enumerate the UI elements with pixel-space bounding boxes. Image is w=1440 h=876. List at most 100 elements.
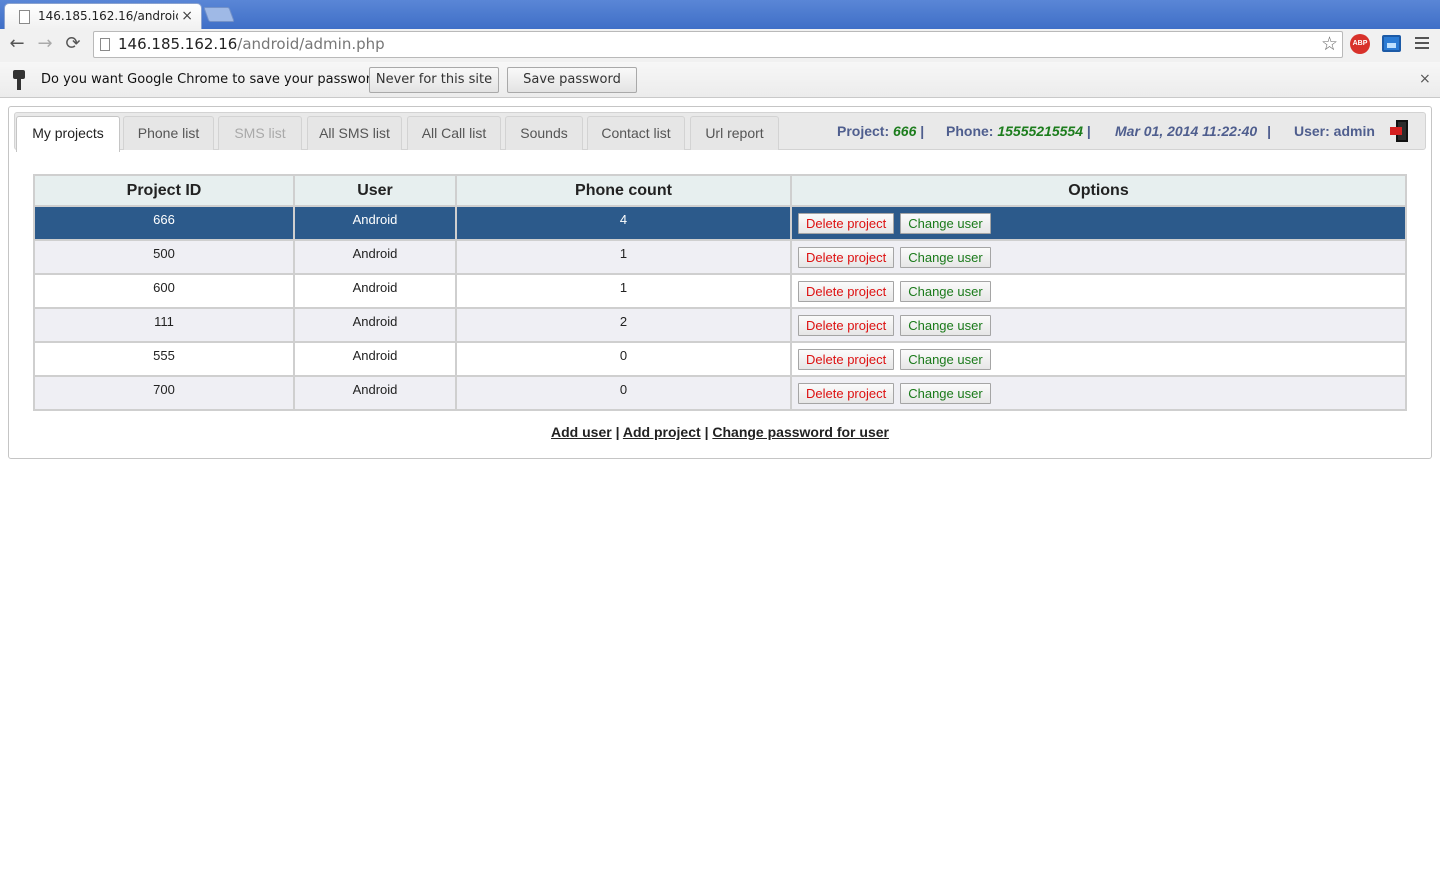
status-timestamp: Mar 01, 2014 11:22:40 | [1115,123,1271,139]
header-phone-count[interactable]: Phone count [455,174,792,207]
tab-url-report[interactable]: Url report [690,116,779,150]
cell-phone-count: 4 [455,205,792,241]
tab-sounds[interactable]: Sounds [505,116,583,150]
url-host: 146.185.162.16 [118,35,238,53]
logout-icon[interactable] [1390,120,1410,142]
cell-options: Delete project Change user [790,375,1407,411]
cell-phone-count: 0 [455,341,792,377]
link-separator: | [704,424,709,440]
url-path: /android/admin.php [237,35,385,53]
tab-my-projects[interactable]: My projects [16,116,120,152]
table-row[interactable]: 666 Android 4 Delete project Change user [33,205,1407,241]
header-project-id[interactable]: Project ID [33,174,295,207]
password-infobar: Do you want Google Chrome to save your p… [0,62,1440,98]
adblock-extension-icon[interactable]: ABP [1350,34,1370,54]
back-arrow-icon[interactable]: ← [5,32,29,56]
header-options: Options [790,174,1407,207]
change-password-link[interactable]: Change password for user [712,424,889,440]
page-icon [100,38,110,51]
status-project: Project: 666 | [837,123,924,139]
cell-user: Android [293,341,457,377]
cell-project-id: 666 [33,205,295,241]
reload-icon[interactable]: ⟳ [61,32,85,56]
header-user[interactable]: User [293,174,457,207]
address-bar[interactable]: 146.185.162.16/android/admin.php ☆ [93,31,1343,58]
cell-project-id: 555 [33,341,295,377]
status-phone: Phone: 15555215554 | [946,123,1091,139]
tab-sms-list[interactable]: SMS list [218,116,302,150]
change-user-button[interactable]: Change user [900,315,991,336]
infobar-close-icon[interactable]: × [1419,71,1431,87]
cell-options: Delete project Change user [790,239,1407,275]
bookmark-star-icon[interactable]: ☆ [1321,33,1338,55]
admin-panel: My projects Phone list SMS list All SMS … [8,106,1432,459]
infobar-message: Do you want Google Chrome to save your p… [41,72,387,87]
phone-value: 15555215554 [997,123,1083,139]
table-row[interactable]: 500 Android 1 Delete project Change user [33,239,1407,275]
cell-project-id: 700 [33,375,295,411]
link-separator: | [615,424,620,440]
projects-table: Project ID User Phone count Options 666 … [33,174,1407,411]
phone-label: Phone: [946,123,994,139]
tab-all-sms-list[interactable]: All SMS list [307,116,402,150]
delete-project-button[interactable]: Delete project [798,247,895,268]
change-user-button[interactable]: Change user [900,281,991,302]
delete-project-button[interactable]: Delete project [798,213,895,234]
cell-project-id: 500 [33,239,295,275]
table-row[interactable]: 600 Android 1 Delete project Change user [33,273,1407,309]
cell-user: Android [293,375,457,411]
delete-project-button[interactable]: Delete project [798,315,895,336]
new-tab-button[interactable] [203,7,235,22]
never-for-this-site-button[interactable]: Never for this site [369,67,499,93]
address-url[interactable]: 146.185.162.16/android/admin.php [118,35,385,53]
cell-project-id: 111 [33,307,295,343]
change-user-button[interactable]: Change user [900,213,991,234]
image-extension-icon[interactable] [1382,35,1401,52]
change-user-button[interactable]: Change user [900,247,991,268]
tab-phone-list[interactable]: Phone list [123,116,214,150]
change-user-button[interactable]: Change user [900,383,991,404]
save-password-button[interactable]: Save password [507,67,637,93]
cell-options: Delete project Change user [790,205,1407,241]
delete-project-button[interactable]: Delete project [798,383,895,404]
key-icon [13,70,25,90]
add-user-link[interactable]: Add user [551,424,612,440]
browser-tab-title: 146.185.162.16/android/a [38,9,178,23]
cell-project-id: 600 [33,273,295,309]
table-row[interactable]: 700 Android 0 Delete project Change user [33,375,1407,411]
browser-tab[interactable]: 146.185.162.16/android/a × [4,3,202,29]
project-label: Project: [837,123,890,139]
tab-contact-list[interactable]: Contact list [587,116,685,150]
table-row[interactable]: 555 Android 0 Delete project Change user [33,341,1407,377]
status-user: User: admin [1294,123,1375,139]
cell-phone-count: 1 [455,273,792,309]
cell-user: Android [293,239,457,275]
forward-arrow-icon[interactable]: → [33,32,57,56]
cell-user: Android [293,307,457,343]
table-row[interactable]: 111 Android 2 Delete project Change user [33,307,1407,343]
timestamp: Mar 01, 2014 11:22:40 [1115,123,1258,139]
delete-project-button[interactable]: Delete project [798,281,895,302]
separator: | [1086,123,1091,139]
tab-close-icon[interactable]: × [181,8,193,24]
change-user-button[interactable]: Change user [900,349,991,370]
cell-user: Android [293,205,457,241]
tab-all-call-list[interactable]: All Call list [407,116,501,150]
page-favicon-icon [19,10,30,24]
cell-user: Android [293,273,457,309]
separator: | [1267,123,1271,139]
add-project-link[interactable]: Add project [623,424,701,440]
browser-toolbar: ← → ⟳ 146.185.162.16/android/admin.php ☆… [0,29,1440,62]
footer-links: Add user | Add project | Change password… [9,424,1431,440]
cell-phone-count: 2 [455,307,792,343]
cell-phone-count: 1 [455,239,792,275]
chrome-menu-icon[interactable] [1415,37,1429,51]
delete-project-button[interactable]: Delete project [798,349,895,370]
table-header-row: Project ID User Phone count Options [33,174,1407,207]
browser-tab-strip: 146.185.162.16/android/a × [0,0,1440,29]
cell-options: Delete project Change user [790,307,1407,343]
cell-options: Delete project Change user [790,341,1407,377]
separator: | [920,123,925,139]
cell-options: Delete project Change user [790,273,1407,309]
project-value: 666 [893,123,917,139]
